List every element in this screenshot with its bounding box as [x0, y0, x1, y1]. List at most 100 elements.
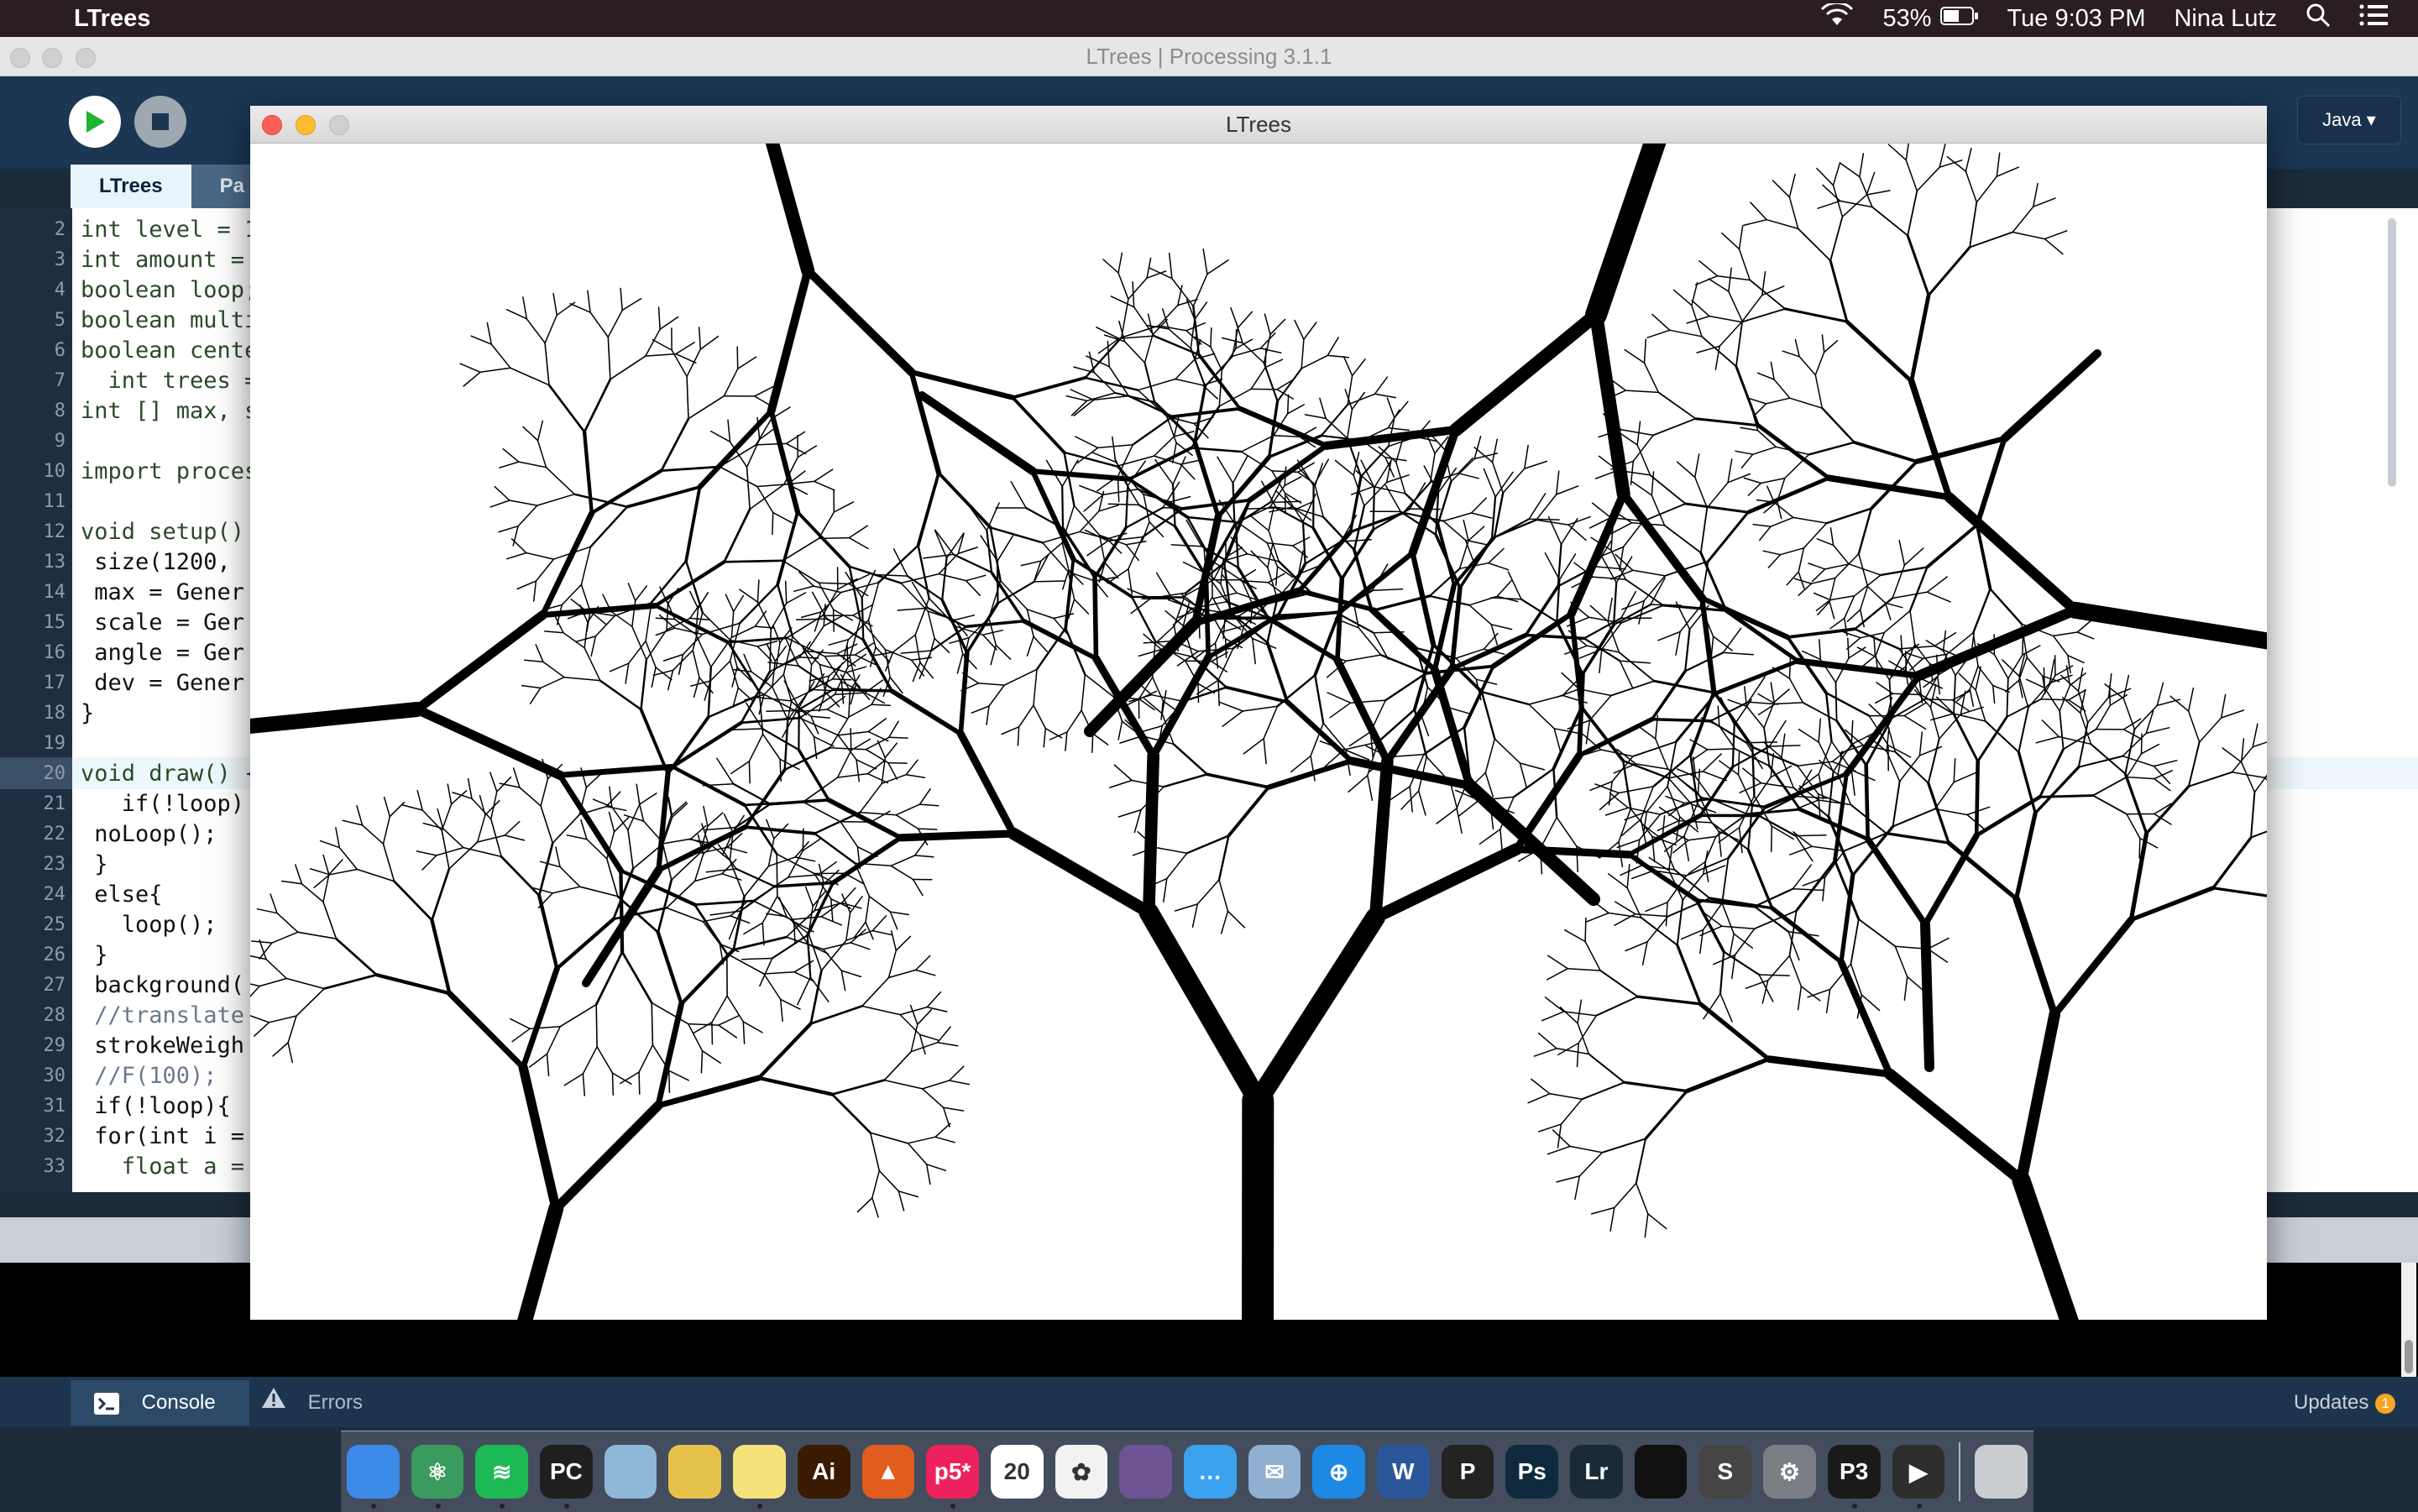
code-line[interactable]: boolean multi — [81, 307, 258, 333]
dock-icon-label: ≋ — [492, 1458, 511, 1486]
code-line[interactable]: //translate — [81, 1002, 244, 1028]
messages-icon[interactable]: … — [1184, 1445, 1237, 1499]
dock-icon-label: 20 — [1004, 1458, 1030, 1485]
line-number: 30 — [0, 1065, 65, 1086]
line-number: 5 — [0, 310, 65, 331]
safari-icon[interactable]: ⊕ — [1312, 1445, 1365, 1499]
trash-icon[interactable] — [1975, 1445, 2028, 1499]
updates-indicator[interactable]: Updates1 — [2294, 1380, 2395, 1426]
calendar-icon[interactable]: 20 — [991, 1445, 1044, 1499]
sketch-close-button[interactable] — [262, 115, 282, 135]
atom-icon[interactable]: ⚛ — [411, 1445, 464, 1499]
code-line[interactable]: } — [81, 942, 108, 968]
ide-title-bar: LTrees | Processing 3.1.1 — [0, 37, 2418, 76]
code-line[interactable]: int level = 1 — [81, 217, 258, 243]
sketch-title-bar[interactable]: LTrees — [250, 106, 2267, 144]
line-number: 33 — [0, 1156, 65, 1177]
sketch-zoom-button[interactable] — [329, 115, 349, 135]
code-line[interactable]: float a = — [81, 1154, 244, 1180]
fractal-tree-drawing — [250, 144, 2267, 1320]
processing-3-icon[interactable]: P3 — [1828, 1445, 1881, 1499]
code-line[interactable]: if(!loop) — [81, 791, 244, 817]
battery-icon[interactable] — [1940, 5, 1979, 33]
code-line[interactable]: } — [81, 851, 108, 877]
quicktime-icon[interactable]: ▶ — [1892, 1445, 1945, 1499]
running-indicator — [436, 1504, 441, 1509]
activity-monitor-icon[interactable] — [1635, 1445, 1688, 1499]
code-line[interactable]: int amount = — [81, 247, 258, 273]
notification-center-icon[interactable] — [2359, 3, 2389, 34]
code-line[interactable]: import proces — [81, 458, 258, 484]
code-line[interactable]: } — [81, 700, 94, 726]
lightroom-icon[interactable]: Lr — [1570, 1445, 1623, 1499]
code-line[interactable]: background( — [81, 972, 244, 998]
code-line[interactable]: int [] max, s — [81, 398, 258, 424]
code-line[interactable]: max = Gener — [81, 579, 244, 605]
code-line[interactable]: void setup() — [81, 519, 244, 545]
spotlight-search-icon[interactable] — [2305, 3, 2331, 34]
ide-zoom-button[interactable] — [76, 48, 96, 68]
code-line[interactable]: boolean cente — [81, 337, 258, 364]
console-tab[interactable]: Console — [71, 1380, 249, 1426]
console-scrollbar[interactable] — [2401, 1263, 2416, 1377]
preview-icon[interactable] — [604, 1445, 657, 1499]
line-number: 31 — [0, 1096, 65, 1117]
mail-icon[interactable]: ✉ — [1248, 1445, 1301, 1499]
user-name[interactable]: Nina Lutz — [2174, 5, 2277, 33]
code-line[interactable]: for(int i = — [81, 1123, 244, 1149]
run-button[interactable] — [69, 96, 121, 148]
sublime-icon[interactable]: S — [1698, 1445, 1751, 1499]
code-line[interactable]: void draw() { — [81, 761, 258, 787]
ide-close-button[interactable] — [10, 48, 30, 68]
illustrator-icon[interactable]: Ai — [798, 1445, 850, 1499]
code-line[interactable]: //F(100); — [81, 1063, 217, 1089]
code-line[interactable]: strokeWeigh — [81, 1033, 244, 1059]
mode-selector[interactable]: Java ▾ — [2297, 96, 2401, 144]
notes-icon[interactable] — [733, 1445, 786, 1499]
p5-icon[interactable]: p5* — [926, 1445, 979, 1499]
spotify-icon[interactable]: ≋ — [475, 1445, 528, 1499]
line-number: 25 — [0, 914, 65, 935]
code-line[interactable]: if(!loop){ — [81, 1093, 231, 1119]
updates-label: Updates — [2294, 1391, 2368, 1414]
code-line[interactable]: else{ — [81, 882, 163, 908]
wifi-icon[interactable] — [1820, 3, 1854, 34]
sketch-window[interactable]: LTrees — [250, 106, 2267, 1320]
dock-icon-label: W — [1392, 1458, 1414, 1485]
code-line[interactable]: angle = Ger — [81, 640, 244, 666]
photos-icon[interactable]: ✿ — [1055, 1445, 1108, 1499]
code-line[interactable]: dev = Gener — [81, 670, 244, 696]
battery-percent[interactable]: 53% — [1882, 5, 1931, 33]
ide-minimize-button[interactable] — [42, 48, 62, 68]
python-launcher-icon[interactable] — [668, 1445, 721, 1499]
code-line[interactable]: scale = Ger — [81, 610, 244, 636]
line-number: 6 — [0, 340, 65, 361]
dock-icon-label: … — [1198, 1458, 1222, 1485]
matlab-icon[interactable]: ▲ — [862, 1445, 915, 1499]
github-icon[interactable] — [1119, 1445, 1172, 1499]
photoshop-icon[interactable]: Ps — [1505, 1445, 1558, 1499]
line-number: 8 — [0, 400, 65, 421]
stop-button[interactable] — [134, 96, 186, 148]
menu-bar: LTrees 53% Tue 9:03 PM Nina Lutz — [0, 0, 2418, 37]
pycharm-icon[interactable]: PC — [540, 1445, 593, 1499]
system-preferences-icon[interactable]: ⚙ — [1763, 1445, 1816, 1499]
dock-icon-label: ▲ — [877, 1458, 900, 1485]
code-line[interactable]: boolean loop; — [81, 277, 258, 303]
sketch-canvas[interactable] — [250, 144, 2267, 1320]
editor-scrollbar[interactable] — [2384, 218, 2401, 1184]
tab-ltrees[interactable]: LTrees — [71, 165, 191, 208]
line-number: 29 — [0, 1035, 65, 1056]
code-line[interactable]: int trees = — [81, 368, 258, 394]
dock-icon-label: ✉ — [1264, 1458, 1284, 1486]
finder-icon[interactable] — [347, 1445, 400, 1499]
errors-tab[interactable]: Errors — [260, 1380, 363, 1426]
clock[interactable]: Tue 9:03 PM — [2007, 5, 2146, 33]
code-line[interactable]: noLoop(); — [81, 821, 217, 847]
processing-icon[interactable]: P — [1442, 1445, 1494, 1499]
code-line[interactable]: loop(); — [81, 912, 217, 938]
app-menu[interactable]: LTrees — [74, 5, 150, 33]
word-icon[interactable]: W — [1377, 1445, 1430, 1499]
code-line[interactable]: size(1200, — [81, 549, 231, 575]
sketch-minimize-button[interactable] — [296, 115, 316, 135]
